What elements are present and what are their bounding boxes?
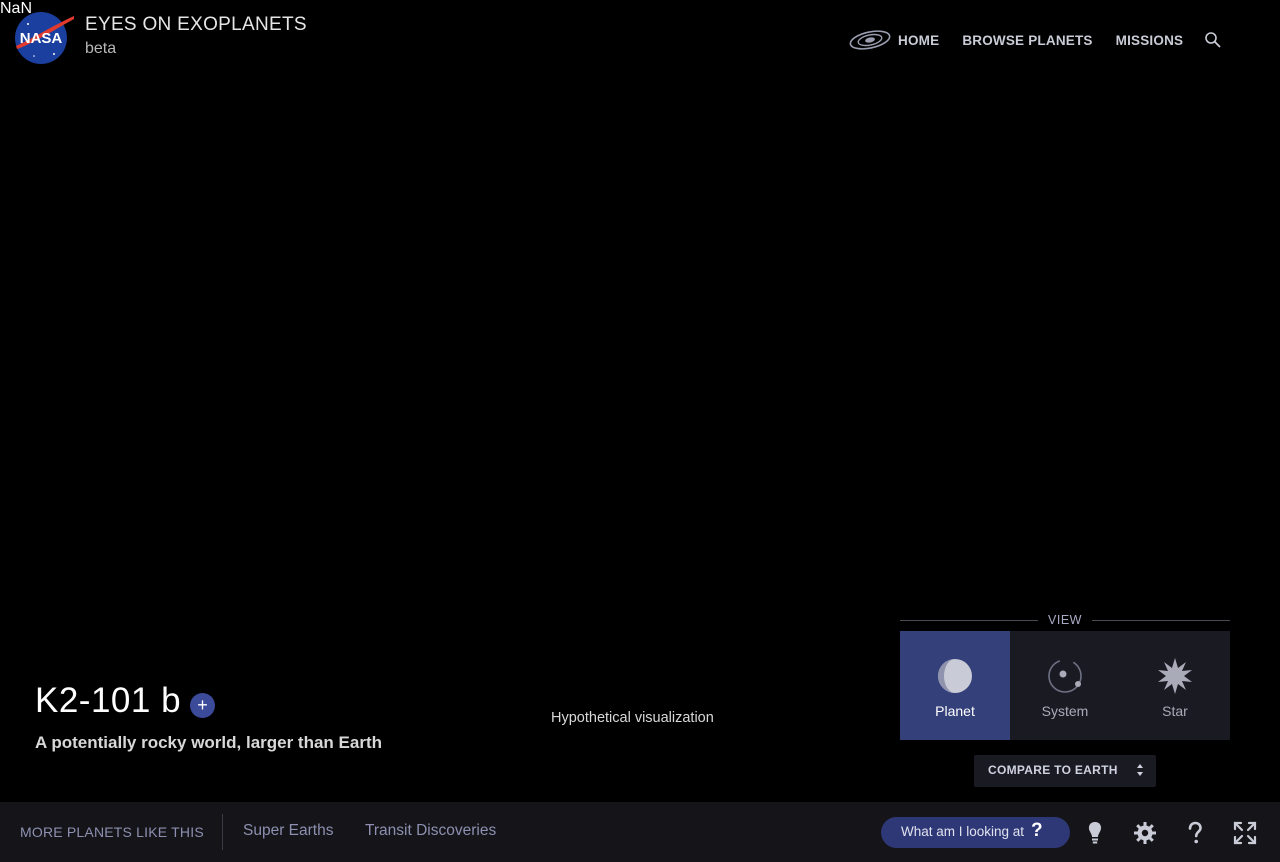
divider [222, 814, 223, 850]
planet-icon [938, 659, 972, 693]
star-icon [1158, 658, 1192, 694]
bottom-bar: MORE PLANETS LIKE THIS Super Earths Tran… [0, 802, 1280, 862]
what-am-i-looking-at-button[interactable]: What am I looking at ? [881, 817, 1070, 848]
what-am-i-looking-at-label: What am I looking at [901, 824, 1025, 839]
view-planet-button[interactable]: Planet [900, 631, 1010, 740]
nasa-logo[interactable]: NASA [10, 10, 76, 66]
category-transit-discoveries[interactable]: Transit Discoveries [365, 822, 496, 840]
add-planet-button[interactable]: + [190, 693, 215, 718]
top-nav: HOME BROWSE PLANETS MISSIONS [848, 30, 1222, 50]
view-panel: VIEW Planet System Star [900, 610, 1230, 740]
compare-to-earth-select[interactable]: COMPARE TO EARTH [974, 755, 1156, 787]
view-star-button[interactable]: Star [1120, 631, 1230, 740]
sort-arrows-icon [1137, 764, 1143, 776]
app-subtitle: beta [85, 40, 117, 57]
question-icon: ? [1031, 820, 1043, 841]
view-system-label: System [1041, 703, 1089, 719]
fullscreen-icon[interactable] [1233, 821, 1257, 845]
view-options: Planet System Star [900, 631, 1230, 740]
planet-name: K2-101 b [35, 681, 182, 720]
compare-label: COMPARE TO EARTH [988, 763, 1118, 777]
more-planets-label: MORE PLANETS LIKE THIS [20, 824, 204, 840]
help-icon[interactable] [1183, 821, 1207, 845]
visualization-caption: Hypothetical visualization [551, 710, 714, 726]
nav-missions[interactable]: MISSIONS [1116, 33, 1184, 48]
nasa-logo-text: NASA [20, 30, 63, 47]
lightbulb-icon[interactable] [1083, 821, 1107, 845]
category-super-earths[interactable]: Super Earths [243, 822, 333, 840]
view-system-button[interactable]: System [1010, 631, 1120, 740]
search-icon[interactable] [1204, 31, 1222, 49]
system-icon [1048, 659, 1082, 693]
planet-description: A potentially rocky world, larger than E… [35, 733, 382, 752]
nav-browse-planets[interactable]: BROWSE PLANETS [962, 33, 1092, 48]
app-title[interactable]: EYES ON EXOPLANETS [85, 14, 307, 36]
view-planet-label: Planet [935, 703, 975, 719]
view-star-label: Star [1162, 703, 1188, 719]
nav-home[interactable]: HOME [898, 33, 939, 48]
view-heading: VIEW [900, 610, 1230, 630]
galaxy-icon[interactable] [848, 28, 892, 52]
divider [1092, 620, 1230, 621]
settings-gear-icon[interactable] [1133, 821, 1157, 845]
